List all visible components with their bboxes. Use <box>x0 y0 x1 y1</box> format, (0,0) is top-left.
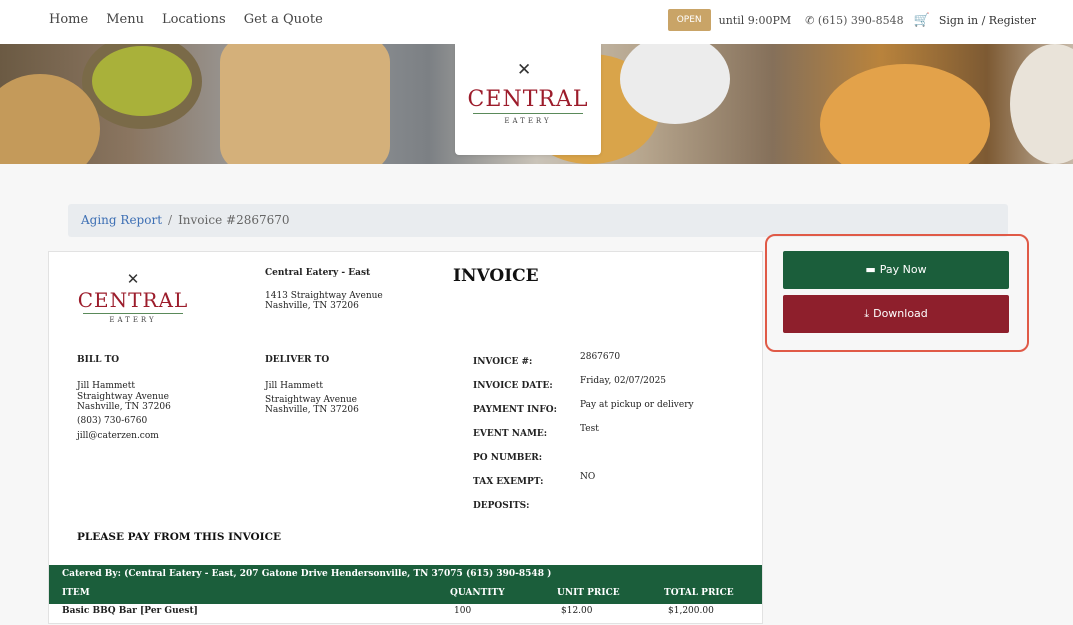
bill-to-address2: Nashville, TN 37206 <box>77 402 171 412</box>
row-total-price: $1,200.00 <box>668 606 714 616</box>
items-table-header: Catered By: (Central Eatery - East, 207 … <box>49 565 762 604</box>
food-image <box>220 44 390 164</box>
nav-right: OPEN until 9:00PM ✆ (615) 390-8548 🛒 Sig… <box>667 9 1036 31</box>
detail-label: INVOICE #: <box>473 357 533 367</box>
detail-value: Test <box>580 424 599 434</box>
logo-divider <box>83 313 183 314</box>
column-header-unit-price: UNIT PRICE <box>557 588 620 598</box>
download-icon: ⤓ <box>864 307 870 320</box>
nav-menu-link[interactable]: Menu <box>106 12 144 27</box>
bill-to-email: jill@caterzen.com <box>77 431 159 441</box>
utensils-icon: ✕ <box>517 60 532 80</box>
deliver-to-address2: Nashville, TN 37206 <box>265 405 359 415</box>
phone-icon: ✆ <box>805 13 815 27</box>
table-row: Basic BBQ Bar [Per Guest] 100 $12.00 $1,… <box>49 604 762 625</box>
hero-banner: ✕ CENTRAL EATERY <box>0 44 1073 164</box>
food-image <box>92 46 192 116</box>
breadcrumb-current: Invoice #2867670 <box>178 213 290 227</box>
detail-value: Friday, 02/07/2025 <box>580 376 667 386</box>
logo-divider <box>473 113 583 114</box>
download-label: Download <box>873 307 928 320</box>
column-header-quantity: QUANTITY <box>450 588 505 598</box>
deliver-to-address1: Straightway Avenue <box>265 395 357 405</box>
breadcrumb: Aging Report / Invoice #2867670 <box>68 204 1008 237</box>
breadcrumb-separator: / <box>168 213 173 227</box>
pay-from-heading: PLEASE PAY FROM THIS INVOICE <box>77 531 281 543</box>
top-nav: Home Menu Locations Get a Quote OPEN unt… <box>0 0 1073 44</box>
invoice-document: ✕ CENTRAL EATERY Central Eatery - East 1… <box>48 251 763 624</box>
detail-label: EVENT NAME: <box>473 429 548 439</box>
open-status-badge: OPEN <box>667 9 711 31</box>
bill-to-address1: Straightway Avenue <box>77 392 169 402</box>
from-name: Central Eatery - East <box>265 268 371 278</box>
from-address1: 1413 Straightway Avenue <box>265 291 383 301</box>
detail-label: PAYMENT INFO: <box>473 405 557 415</box>
hours-text: until 9:00PM <box>718 13 792 27</box>
breadcrumb-aging-report[interactable]: Aging Report <box>81 213 162 227</box>
food-image <box>1010 44 1073 164</box>
pay-now-button[interactable]: ▬ Pay Now <box>783 251 1009 289</box>
signin-link[interactable]: Sign in / Register <box>939 14 1036 27</box>
invoice-actions-panel: ▬ Pay Now ⤓ Download <box>765 234 1029 352</box>
brand-logo[interactable]: ✕ CENTRAL EATERY <box>455 44 601 155</box>
detail-value: NO <box>580 472 596 482</box>
deliver-to-heading: DELIVER TO <box>265 355 330 365</box>
bill-to-heading: BILL TO <box>77 355 120 365</box>
nav-locations-link[interactable]: Locations <box>162 12 226 27</box>
invoice-brand-subtitle: EATERY <box>109 316 157 324</box>
detail-label: DEPOSITS: <box>473 501 530 511</box>
utensils-icon: ✕ <box>126 270 140 288</box>
invoice-logo: ✕ CENTRAL EATERY <box>77 270 189 334</box>
nav-home-link[interactable]: Home <box>49 12 88 27</box>
bill-to-name: Jill Hammett <box>77 381 135 391</box>
nav-quote-link[interactable]: Get a Quote <box>244 12 323 27</box>
brand-name: CENTRAL <box>467 87 589 112</box>
deliver-to-name: Jill Hammett <box>265 381 323 391</box>
brand-subtitle: EATERY <box>504 117 552 125</box>
row-quantity: 100 <box>454 606 472 616</box>
detail-label: PO NUMBER: <box>473 453 543 463</box>
invoice-title: INVOICE <box>453 266 539 286</box>
column-header-total-price: TOTAL PRICE <box>664 588 734 598</box>
phone-number: (615) 390-8548 <box>817 13 904 27</box>
invoice-brand-name: CENTRAL <box>77 288 189 312</box>
nav-links: Home Menu Locations Get a Quote <box>49 12 341 27</box>
row-unit-price: $12.00 <box>561 606 593 616</box>
catered-by: Catered By: (Central Eatery - East, 207 … <box>62 569 552 579</box>
pay-now-label: Pay Now <box>879 263 927 276</box>
cart-icon[interactable]: 🛒 <box>914 13 930 28</box>
credit-card-icon: ▬ <box>865 263 876 276</box>
detail-value: Pay at pickup or delivery <box>580 400 694 410</box>
detail-label: TAX EXEMPT: <box>473 477 544 487</box>
detail-label: INVOICE DATE: <box>473 381 553 391</box>
download-button[interactable]: ⤓ Download <box>783 295 1009 333</box>
food-image <box>820 64 990 164</box>
bill-to-phone: (803) 730-6760 <box>77 416 148 426</box>
from-address2: Nashville, TN 37206 <box>265 301 359 311</box>
phone-link[interactable]: ✆ (615) 390-8548 <box>805 14 904 27</box>
detail-value: 2867670 <box>580 352 621 362</box>
column-header-item: ITEM <box>62 588 90 598</box>
row-item: Basic BBQ Bar [Per Guest] <box>62 606 198 616</box>
